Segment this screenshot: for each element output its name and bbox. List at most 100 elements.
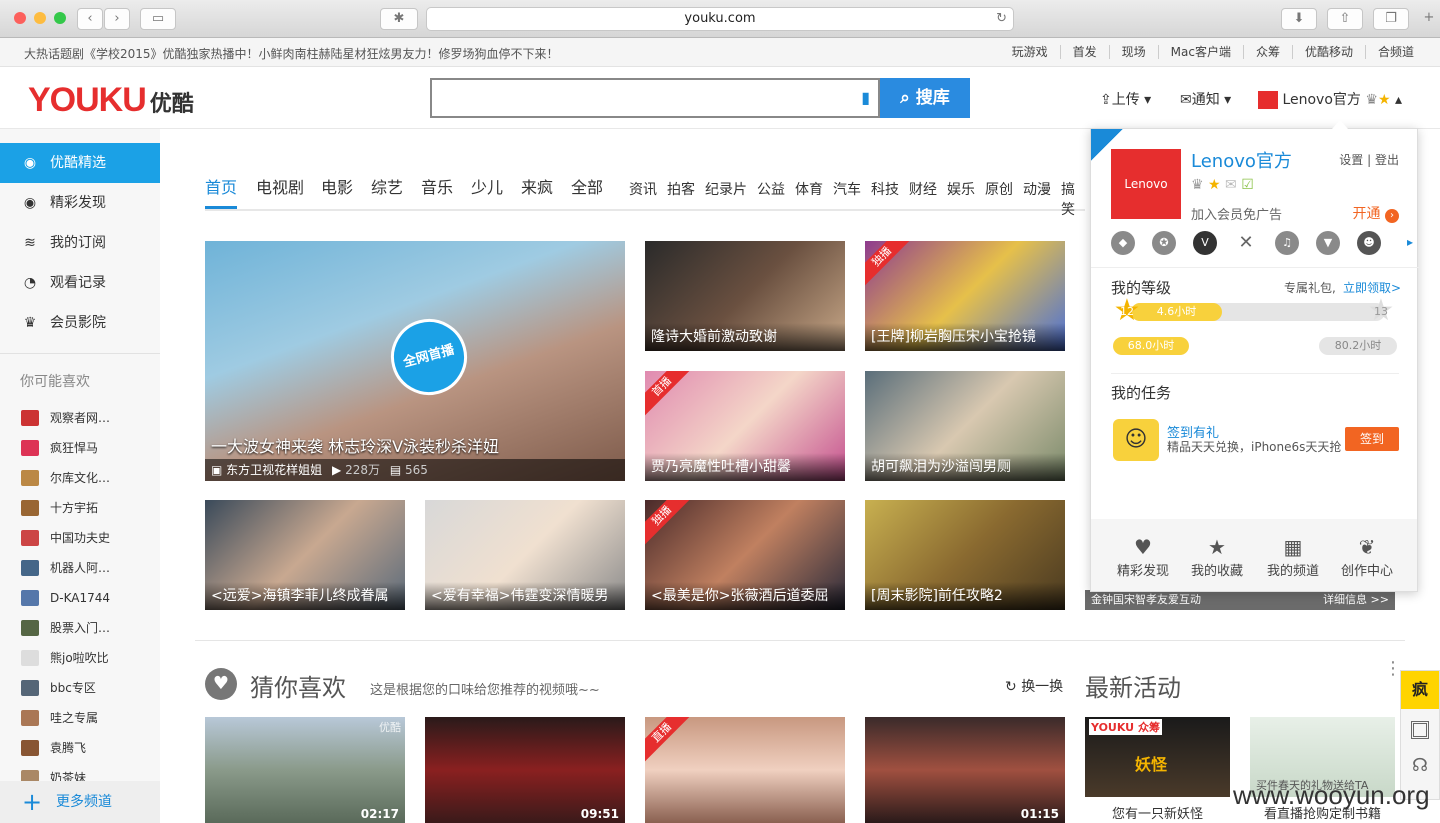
star-badge-icon[interactable]: ★ <box>1208 177 1221 193</box>
channel-item[interactable]: 十方宇拓 <box>0 493 160 523</box>
qrcode-icon[interactable] <box>1411 721 1429 739</box>
top-link[interactable]: 合频道 <box>1364 45 1440 59</box>
sidebar-item-discover[interactable]: ◉ 精彩发现 <box>0 183 160 223</box>
tab-all[interactable]: 全部 <box>571 178 603 209</box>
hero-channel[interactable]: 东方卫视花样姐姐 <box>226 463 322 477</box>
share-icon[interactable]: ⇧ <box>1327 8 1363 30</box>
mask-badge-icon[interactable]: ☻ <box>1357 231 1381 255</box>
tab-tech[interactable]: 科技 <box>871 180 899 211</box>
video-thumb[interactable]: 胡可飙泪为沙溢闯男厕 <box>865 371 1065 481</box>
top-link[interactable]: Mac客户端 <box>1157 45 1243 59</box>
tab-anime[interactable]: 动漫 <box>1023 180 1051 211</box>
zoom-window-icon[interactable] <box>54 12 66 24</box>
tab-variety[interactable]: 综艺 <box>371 178 403 209</box>
settings-link[interactable]: 设置 <box>1339 153 1363 167</box>
vip-badge-icon[interactable]: ♛ <box>1191 177 1204 193</box>
tab-movie[interactable]: 电影 <box>321 178 353 209</box>
extensions-icon[interactable]: ✱ <box>380 8 418 30</box>
video-thumb[interactable]: <远爱>海镇李菲儿终成眷属 <box>205 500 405 610</box>
video-thumb[interactable]: 01:15 <box>865 717 1065 823</box>
tab-home[interactable]: 首页 <box>205 178 238 209</box>
side-strip[interactable]: 金钟国宋智孝友爱互动 详细信息 >> <box>1085 590 1395 610</box>
new-tab-button[interactable]: + <box>1419 8 1439 30</box>
x-badge-icon[interactable]: ✕ <box>1234 231 1258 255</box>
tab-finance[interactable]: 财经 <box>909 180 937 211</box>
video-thumb[interactable]: 独播 <最美是你>张薇酒后道委屈 <box>645 500 845 610</box>
tab-original[interactable]: 原创 <box>985 180 1013 211</box>
channel-item[interactable]: 股票入门… <box>0 613 160 643</box>
video-thumb[interactable]: 直播 <box>645 717 845 823</box>
panel-user-name[interactable]: Lenovo官方 <box>1191 147 1292 173</box>
channel-item[interactable]: 疯狂悍马 <box>0 433 160 463</box>
channel-item[interactable]: bbc专区 <box>0 673 160 703</box>
channel-item[interactable]: 观察者网… <box>0 403 160 433</box>
tab-sports[interactable]: 体育 <box>795 180 823 211</box>
open-vip-link[interactable]: 开通 › <box>1353 203 1399 223</box>
footer-creation[interactable]: ❦ 创作中心 <box>1335 534 1399 579</box>
footer-channel[interactable]: ▦ 我的频道 <box>1261 534 1325 579</box>
refresh-button[interactable]: ↻ 换一换 <box>1005 676 1063 696</box>
tab-documentary[interactable]: 纪录片 <box>705 180 747 211</box>
video-thumb[interactable]: 优酷 02:17 <box>205 717 405 823</box>
footer-discover[interactable]: ♥ 精彩发现 <box>1111 534 1175 579</box>
minimize-window-icon[interactable] <box>34 12 46 24</box>
video-thumb[interactable]: 09:51 <box>425 717 625 823</box>
panel-logo[interactable]: Lenovo <box>1111 149 1181 219</box>
vip-circle-icon[interactable]: V <box>1193 231 1217 255</box>
forward-button[interactable]: › <box>104 8 130 30</box>
tabs-overview-icon[interactable]: ❐ <box>1373 8 1409 30</box>
laifeng-icon[interactable]: 疯 <box>1401 671 1439 709</box>
promo-text[interactable]: 大热话题剧《学校2015》优酷独家热播中！小鲜肉南柱赫陆星材狂炫男友力！修罗场狗… <box>24 45 559 62</box>
video-thumb[interactable]: 独播 [王牌]柳岩胸压宋小宝抢镜 <box>865 241 1065 351</box>
top-link[interactable]: 优酷移动 <box>1291 45 1365 59</box>
sidebar-toggle-icon[interactable]: ▭ <box>140 8 176 30</box>
upload-menu[interactable]: ⇪上传 ▾ <box>1100 89 1151 109</box>
scroll-right-icon[interactable]: ▸ <box>1407 235 1413 249</box>
channel-item[interactable]: 熊jo啦吹比 <box>0 643 160 673</box>
bar-chart-icon[interactable]: ▮ <box>861 88 870 107</box>
checkin-button[interactable]: 签到 <box>1345 427 1399 451</box>
tab-paike[interactable]: 拍客 <box>667 180 695 211</box>
top-link[interactable]: 首发 <box>1059 45 1109 59</box>
tab-tv[interactable]: 电视剧 <box>256 178 304 209</box>
address-bar[interactable]: youku.com ↻ <box>426 7 1014 31</box>
activity-item[interactable]: YOUKU 众筹 妖怪 您有一只新妖怪 <box>1085 717 1230 823</box>
sidebar-item-featured[interactable]: ◉ 优酷精选 <box>0 143 160 183</box>
tab-funny[interactable]: 搞笑 <box>1061 180 1085 218</box>
sidebar-item-vip-cinema[interactable]: ♛ 会员影院 <box>0 303 160 343</box>
video-thumb[interactable]: 隆诗大婚前激动致谢 <box>645 241 845 351</box>
video-thumb[interactable]: [周末影院]前任攻略2 <box>865 500 1065 610</box>
music-badge-icon[interactable]: ♫ <box>1275 231 1299 255</box>
download-icon[interactable]: ⬇ <box>1281 8 1317 30</box>
video-thumb[interactable]: <爱有幸福>伟霆变深情暖男 <box>425 500 625 610</box>
back-button[interactable]: ‹ <box>77 8 103 30</box>
medal-badge-icon[interactable]: ✪ <box>1152 231 1176 255</box>
tab-auto[interactable]: 汽车 <box>833 180 861 211</box>
details-link[interactable]: 详细信息 >> <box>1323 590 1389 610</box>
top-link[interactable]: 玩游戏 <box>1000 45 1060 59</box>
tab-kids[interactable]: 少儿 <box>471 178 503 209</box>
search-input[interactable]: ▮ <box>430 78 880 118</box>
channel-item[interactable]: 尔库文化… <box>0 463 160 493</box>
diamond-badge-icon[interactable]: ◆ <box>1111 231 1135 255</box>
wolf-badge-icon[interactable]: ▼ <box>1316 231 1340 255</box>
channel-item[interactable]: 机器人阿… <box>0 553 160 583</box>
channel-item[interactable]: 哇之专属 <box>0 703 160 733</box>
footer-favorites[interactable]: ★ 我的收藏 <box>1185 534 1249 579</box>
top-link[interactable]: 现场 <box>1108 45 1158 59</box>
tab-ent[interactable]: 娱乐 <box>947 180 975 211</box>
headset-icon[interactable]: ☊ <box>1401 755 1439 776</box>
tab-news[interactable]: 资讯 <box>629 180 657 211</box>
logout-link[interactable]: 登出 <box>1375 153 1399 167</box>
mail-icon[interactable]: ✉ <box>1225 177 1237 193</box>
tab-charity[interactable]: 公益 <box>757 180 785 211</box>
user-menu[interactable]: Lenovo官方 ♛★ ▴ <box>1258 89 1402 109</box>
tab-laifeng[interactable]: 来疯 <box>521 178 553 209</box>
video-thumb[interactable]: 首播 贾乃亮魔性吐槽小甜馨 <box>645 371 845 481</box>
youku-logo[interactable]: YOUKU 优酷 <box>28 81 194 120</box>
more-channels-button[interactable]: + 更多频道 <box>0 781 160 823</box>
notify-menu[interactable]: ✉通知 ▾ <box>1180 89 1231 109</box>
sidebar-item-history[interactable]: ◔ 观看记录 <box>0 263 160 303</box>
top-link[interactable]: 众筹 <box>1242 45 1292 59</box>
channel-item[interactable]: D-KA1744 <box>0 583 160 613</box>
